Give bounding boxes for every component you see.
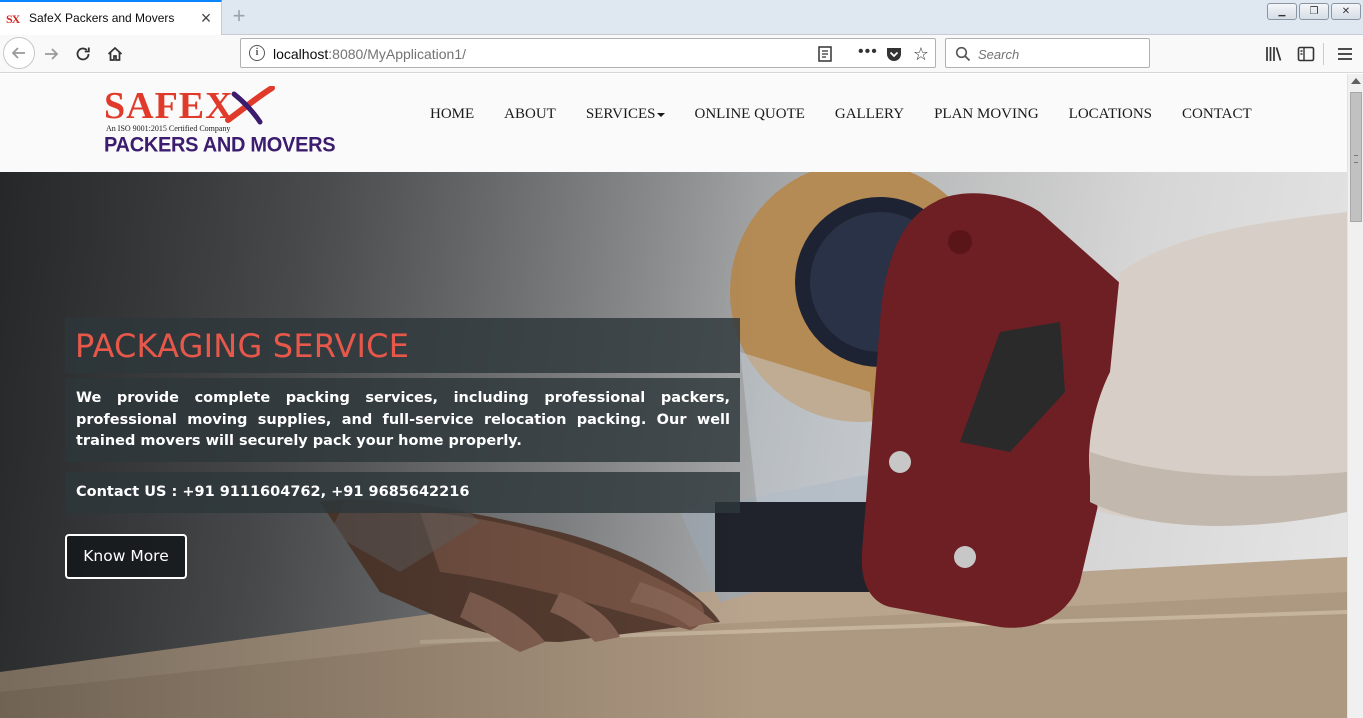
logo-tagline: An ISO 9001:2015 Certified Company bbox=[106, 124, 231, 133]
back-button[interactable] bbox=[3, 37, 35, 69]
slide-title: PACKAGING SERVICE bbox=[75, 327, 410, 365]
restore-button[interactable]: ❐ bbox=[1299, 3, 1329, 20]
hamburger-menu-icon[interactable] bbox=[1335, 44, 1355, 64]
browser-toolbar: i localhost:8080/MyApplication1/ ••• ☆ S… bbox=[0, 35, 1363, 73]
scroll-grip-icon bbox=[1354, 155, 1358, 163]
nav-locations[interactable]: LOCATIONS bbox=[1054, 104, 1167, 124]
reload-icon bbox=[76, 47, 90, 61]
new-tab-button[interactable]: + bbox=[228, 3, 250, 29]
url-bar[interactable]: i localhost:8080/MyApplication1/ ••• ☆ bbox=[240, 38, 936, 68]
close-tab-icon[interactable]: × bbox=[197, 9, 215, 27]
url-host: localhost bbox=[273, 46, 329, 62]
search-icon bbox=[955, 46, 971, 62]
nav-gallery[interactable]: GALLERY bbox=[820, 104, 919, 124]
page-actions-icon[interactable]: ••• bbox=[858, 44, 877, 63]
back-arrow-icon bbox=[11, 47, 25, 59]
window-close-button[interactable]: ✕ bbox=[1331, 3, 1361, 20]
main-navigation: HOME ABOUT SERVICES ONLINE QUOTE GALLERY… bbox=[415, 104, 1267, 124]
url-path: :8080/MyApplication1/ bbox=[328, 46, 467, 62]
nav-services-label: SERVICES bbox=[585, 106, 656, 122]
url-text[interactable]: localhost:8080/MyApplication1/ bbox=[273, 46, 466, 62]
scroll-up-arrow-icon[interactable] bbox=[1351, 78, 1361, 84]
logo-name: SAFEX bbox=[104, 85, 234, 127]
home-button[interactable] bbox=[100, 39, 130, 69]
browser-tab[interactable]: SX SafeX Packers and Movers × bbox=[0, 0, 222, 36]
bookmark-star-icon[interactable]: ☆ bbox=[912, 45, 930, 63]
logo-swoosh-icon bbox=[225, 86, 275, 125]
home-icon bbox=[107, 46, 123, 61]
page-viewport: SAFEX An ISO 9001:2015 Certified Company… bbox=[0, 74, 1347, 718]
library-icon[interactable] bbox=[1264, 44, 1284, 64]
nav-services[interactable]: SERVICES bbox=[571, 104, 680, 124]
nav-about[interactable]: ABOUT bbox=[489, 104, 571, 124]
minimize-icon: ▁ bbox=[1278, 6, 1286, 16]
nav-plan-moving[interactable]: PLAN MOVING bbox=[919, 104, 1054, 124]
page-scrollbar[interactable] bbox=[1347, 74, 1363, 718]
favicon-icon: SX bbox=[6, 12, 20, 26]
reader-view-icon[interactable] bbox=[816, 45, 834, 63]
site-info-icon[interactable]: i bbox=[249, 45, 265, 61]
tab-strip: SX SafeX Packers and Movers × + ▁ ❐ ✕ bbox=[0, 0, 1363, 36]
reload-button[interactable] bbox=[68, 39, 98, 69]
forward-arrow-icon bbox=[45, 48, 59, 60]
sidebar-icon[interactable] bbox=[1296, 44, 1316, 64]
nav-home[interactable]: HOME bbox=[415, 104, 489, 124]
slide-title-box: PACKAGING SERVICE bbox=[65, 318, 740, 373]
nav-contact[interactable]: CONTACT bbox=[1167, 104, 1267, 124]
toolbar-divider bbox=[1323, 43, 1324, 65]
restore-icon: ❐ bbox=[1309, 6, 1319, 17]
slide-contact-box: Contact US : +91 9111604762, +91 9685642… bbox=[65, 472, 740, 513]
scrollbar-thumb[interactable] bbox=[1350, 92, 1362, 222]
forward-button[interactable] bbox=[36, 39, 66, 69]
plus-icon: + bbox=[232, 3, 246, 28]
search-bar[interactable]: Search bbox=[945, 38, 1150, 68]
slide-description-box: We provide complete packing services, in… bbox=[65, 378, 740, 462]
minimize-button[interactable]: ▁ bbox=[1267, 3, 1297, 20]
logo-subtitle: PACKERS AND MOVERS bbox=[104, 133, 336, 157]
slide-contact: Contact US : +91 9111604762, +91 9685642… bbox=[76, 484, 470, 500]
site-header: SAFEX An ISO 9001:2015 Certified Company… bbox=[0, 74, 1347, 172]
nav-online-quote[interactable]: ONLINE QUOTE bbox=[680, 104, 820, 124]
search-placeholder: Search bbox=[978, 47, 1020, 62]
dropdown-caret-icon bbox=[656, 112, 665, 117]
tab-title: SafeX Packers and Movers bbox=[29, 11, 175, 25]
close-icon: ✕ bbox=[1341, 6, 1351, 17]
pocket-icon[interactable] bbox=[885, 45, 903, 63]
hero-slider: PACKAGING SERVICE We provide complete pa… bbox=[0, 172, 1347, 718]
site-logo[interactable]: SAFEX An ISO 9001:2015 Certified Company… bbox=[104, 84, 336, 160]
slide-description: We provide complete packing services, in… bbox=[76, 390, 730, 449]
know-more-button[interactable]: Know More bbox=[65, 534, 187, 579]
